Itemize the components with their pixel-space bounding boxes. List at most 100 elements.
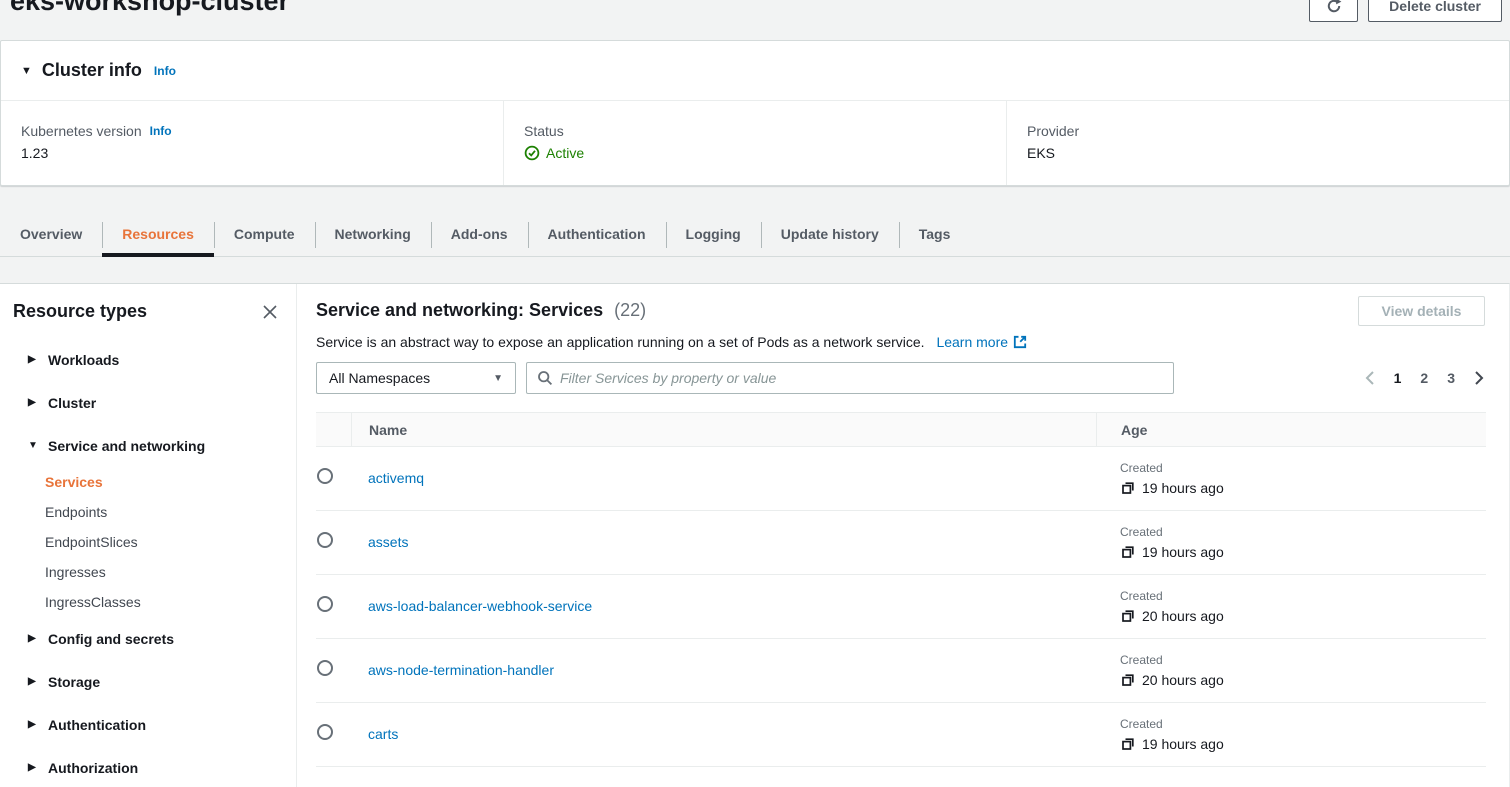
tab-logging[interactable]: Logging — [666, 212, 761, 256]
sidebar-item-endpointslices[interactable]: EndpointSlices — [0, 527, 296, 557]
age-created-label: Created — [1120, 461, 1486, 475]
copy-icon[interactable] — [1120, 480, 1136, 496]
collapse-icon: ▼ — [28, 440, 48, 451]
sidebar-item-ingressclasses[interactable]: IngressClasses — [0, 587, 296, 617]
services-panel: Service and networking: Services (22) Vi… — [297, 284, 1509, 787]
chevron-right-icon — [1474, 370, 1485, 386]
age-time-value: 19 hours ago — [1142, 544, 1224, 560]
services-table: Name Age activemq Created 19 hours ago a… — [316, 412, 1486, 787]
sidebar-group-storage[interactable]: ▶ Storage — [0, 660, 296, 703]
page-2-button[interactable]: 2 — [1420, 370, 1428, 386]
namespace-filter-dropdown[interactable]: All Namespaces ▼ — [316, 362, 516, 394]
next-page-button[interactable] — [1474, 370, 1485, 386]
row-radio-button[interactable] — [317, 596, 333, 612]
sidebar-group-cluster[interactable]: ▶ Cluster — [0, 381, 296, 424]
expand-icon: ▶ — [28, 719, 48, 730]
cluster-tabs: Overview Resources Compute Networking Ad… — [0, 186, 1510, 257]
chevron-left-icon — [1364, 370, 1375, 386]
sidebar-group-workloads[interactable]: ▶ Workloads — [0, 338, 296, 381]
kubernetes-version-info-link[interactable]: Info — [150, 124, 172, 138]
sidebar-item-services[interactable]: Services — [0, 467, 296, 497]
services-count: (22) — [614, 300, 646, 320]
age-created-label: Created — [1120, 717, 1486, 731]
tab-authentication[interactable]: Authentication — [528, 212, 666, 256]
service-name-link[interactable]: aws-load-balancer-webhook-service — [368, 598, 592, 614]
external-link-icon — [1012, 334, 1028, 350]
age-created-label: Created — [1120, 653, 1486, 667]
services-heading: Service and networking: Services (22) — [316, 300, 646, 321]
sidebar-item-ingresses[interactable]: Ingresses — [0, 557, 296, 587]
age-time-value: 20 hours ago — [1142, 672, 1224, 688]
resources-content: Resource types ▶ Workloads ▶ Cluster ▼ S… — [0, 283, 1510, 787]
table-row: aws-load-balancer-webhook-service Create… — [316, 575, 1486, 639]
services-filter-box — [526, 362, 1174, 394]
service-name-link[interactable]: activemq — [368, 470, 424, 486]
row-radio-button[interactable] — [317, 724, 333, 740]
tab-networking[interactable]: Networking — [315, 212, 431, 256]
sidebar-group-config-and-secrets[interactable]: ▶ Config and secrets — [0, 617, 296, 660]
age-created-label: Created — [1120, 589, 1486, 603]
page-1-button[interactable]: 1 — [1394, 370, 1402, 386]
expand-icon: ▶ — [28, 354, 48, 365]
expand-icon: ▶ — [28, 676, 48, 687]
chevron-down-icon: ▼ — [493, 373, 503, 384]
resource-type-list: ▶ Workloads ▶ Cluster ▼ Service and netw… — [0, 338, 296, 787]
search-icon — [537, 370, 553, 386]
close-icon — [262, 304, 278, 320]
view-details-button[interactable]: View details — [1358, 296, 1485, 326]
header-actions: Delete cluster — [1309, 0, 1502, 22]
sidebar-item-endpoints[interactable]: Endpoints — [0, 497, 296, 527]
services-description: Service is an abstract way to expose an … — [316, 334, 1028, 350]
service-name-link[interactable]: assets — [368, 534, 408, 550]
row-radio-button[interactable] — [317, 660, 333, 676]
learn-more-link[interactable]: Learn more — [936, 334, 1028, 350]
service-name-link[interactable]: aws-node-termination-handler — [368, 662, 554, 678]
kubernetes-version-value: 1.23 — [21, 145, 503, 161]
services-filter-input[interactable] — [560, 370, 1163, 386]
age-column-header: Age — [1096, 413, 1486, 446]
tab-resources[interactable]: Resources — [102, 212, 214, 256]
tab-overview[interactable]: Overview — [0, 212, 102, 256]
service-name-link[interactable]: carts — [368, 726, 398, 742]
page-3-button[interactable]: 3 — [1447, 370, 1455, 386]
namespace-filter-value: All Namespaces — [329, 370, 430, 386]
refresh-icon — [1326, 0, 1342, 14]
field-kubernetes-version: Kubernetes version Info 1.23 — [1, 101, 503, 185]
copy-icon[interactable] — [1120, 544, 1136, 560]
copy-icon[interactable] — [1120, 672, 1136, 688]
sidebar-group-service-and-networking[interactable]: ▼ Service and networking — [0, 424, 296, 467]
age-created-label: Created — [1120, 525, 1486, 539]
pagination: 1 2 3 — [1364, 362, 1485, 394]
sidebar-group-authentication[interactable]: ▶ Authentication — [0, 703, 296, 746]
check-circle-icon — [524, 145, 540, 161]
status-value: Active — [546, 145, 584, 161]
name-column-header: Name — [351, 413, 1096, 446]
table-row: activemq Created 19 hours ago — [316, 447, 1486, 511]
tab-compute[interactable]: Compute — [214, 212, 315, 256]
close-sidebar-button[interactable] — [260, 302, 280, 322]
row-radio-button[interactable] — [317, 468, 333, 484]
age-time-value: 19 hours ago — [1142, 480, 1224, 496]
expand-icon: ▶ — [28, 397, 48, 408]
sidebar-group-authorization[interactable]: ▶ Authorization — [0, 746, 296, 787]
collapse-section-icon[interactable]: ▼ — [21, 65, 32, 77]
age-time-value: 20 hours ago — [1142, 608, 1224, 624]
table-header: Name Age — [316, 412, 1486, 447]
resource-types-sidebar: Resource types ▶ Workloads ▶ Cluster ▼ S… — [0, 284, 297, 787]
delete-cluster-button[interactable]: Delete cluster — [1368, 0, 1502, 22]
previous-page-button[interactable] — [1364, 370, 1375, 386]
row-radio-button[interactable] — [317, 532, 333, 548]
sidebar-title: Resource types — [13, 301, 147, 322]
tab-update-history[interactable]: Update history — [761, 212, 899, 256]
tab-add-ons[interactable]: Add-ons — [431, 212, 528, 256]
refresh-button[interactable] — [1309, 0, 1358, 22]
tab-tags[interactable]: Tags — [899, 212, 971, 256]
eks-cluster-page: eks-workshop-cluster Delete cluster ▼ Cl… — [0, 0, 1510, 787]
copy-icon[interactable] — [1120, 608, 1136, 624]
cluster-info-title: Cluster info — [42, 60, 142, 81]
copy-icon[interactable] — [1120, 736, 1136, 752]
field-provider: Provider EKS — [1006, 101, 1509, 185]
expand-icon: ▶ — [28, 762, 48, 773]
cluster-info-info-link[interactable]: Info — [154, 64, 176, 78]
provider-label: Provider — [1027, 123, 1079, 139]
